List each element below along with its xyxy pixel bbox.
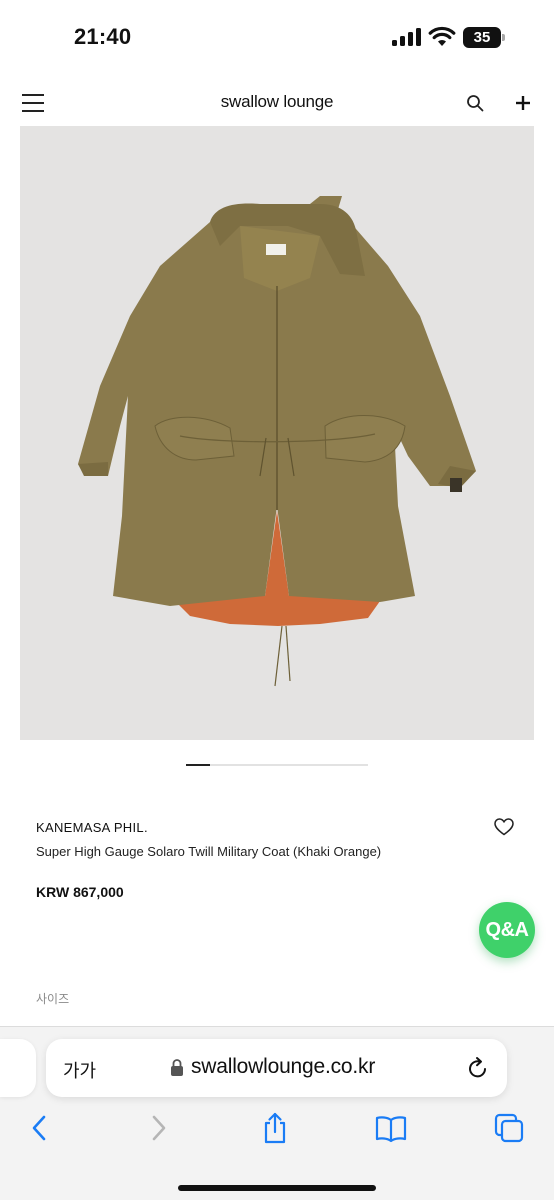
bookmarks-icon[interactable] (374, 1111, 408, 1145)
coat-illustration (78, 196, 476, 687)
pager-active-indicator (186, 763, 210, 766)
back-icon[interactable] (22, 1111, 56, 1145)
image-pager[interactable] (186, 763, 368, 766)
url-text[interactable]: swallowlounge.co.kr (191, 1055, 375, 1079)
tabs-icon[interactable] (492, 1111, 526, 1145)
heart-icon[interactable] (494, 818, 514, 836)
lock-icon (171, 1059, 183, 1076)
text-size-button[interactable]: 가가 (63, 1057, 96, 1083)
signal-icon (392, 28, 422, 46)
reload-icon[interactable] (466, 1056, 490, 1080)
browser-toolbar: 가가 swallowlounge.co.kr (0, 1026, 554, 1200)
share-icon[interactable] (258, 1111, 292, 1145)
status-bar: 21:40 35 (0, 0, 554, 70)
qa-button[interactable]: Q&A (479, 902, 535, 958)
status-time: 21:40 (74, 24, 132, 49)
size-label: 사이즈 (36, 992, 70, 1006)
battery-level: 35 (473, 29, 491, 46)
home-indicator (178, 1185, 376, 1191)
product-title: Super High Gauge Solaro Twill Military C… (36, 844, 382, 859)
product-image[interactable] (20, 126, 534, 740)
forward-icon[interactable] (142, 1111, 176, 1145)
battery-icon: 35 (463, 27, 505, 48)
wifi-icon (428, 26, 456, 46)
site-header: swallow lounge (0, 80, 554, 128)
add-icon[interactable] (514, 94, 532, 112)
previous-tab-preview[interactable] (0, 1039, 36, 1097)
product-brand[interactable]: KANEMASA PHIL. (36, 820, 148, 835)
product-price: KRW 867,000 (36, 884, 124, 900)
address-bar[interactable]: 가가 swallowlounge.co.kr (46, 1039, 507, 1097)
search-icon[interactable] (466, 94, 484, 112)
